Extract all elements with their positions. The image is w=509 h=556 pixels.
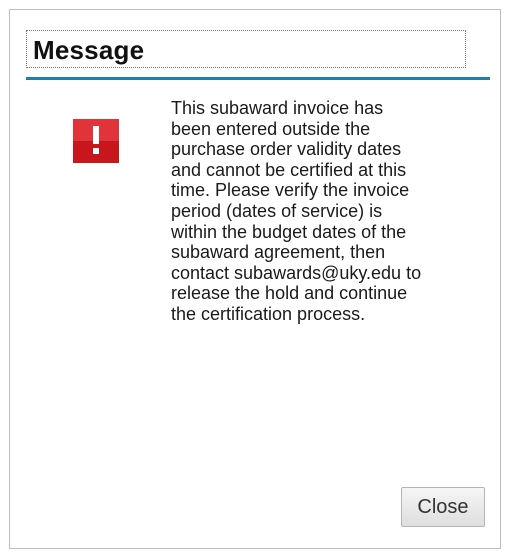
exclamation-alert-icon [73, 119, 119, 163]
dialog-title-box: Message [26, 30, 466, 68]
message-dialog: Message This subaward invoice has been e… [9, 9, 501, 549]
title-divider [26, 77, 490, 80]
dialog-title: Message [33, 35, 145, 65]
dialog-message: This subaward invoice has been entered o… [171, 98, 422, 324]
close-button[interactable]: Close [401, 487, 485, 527]
